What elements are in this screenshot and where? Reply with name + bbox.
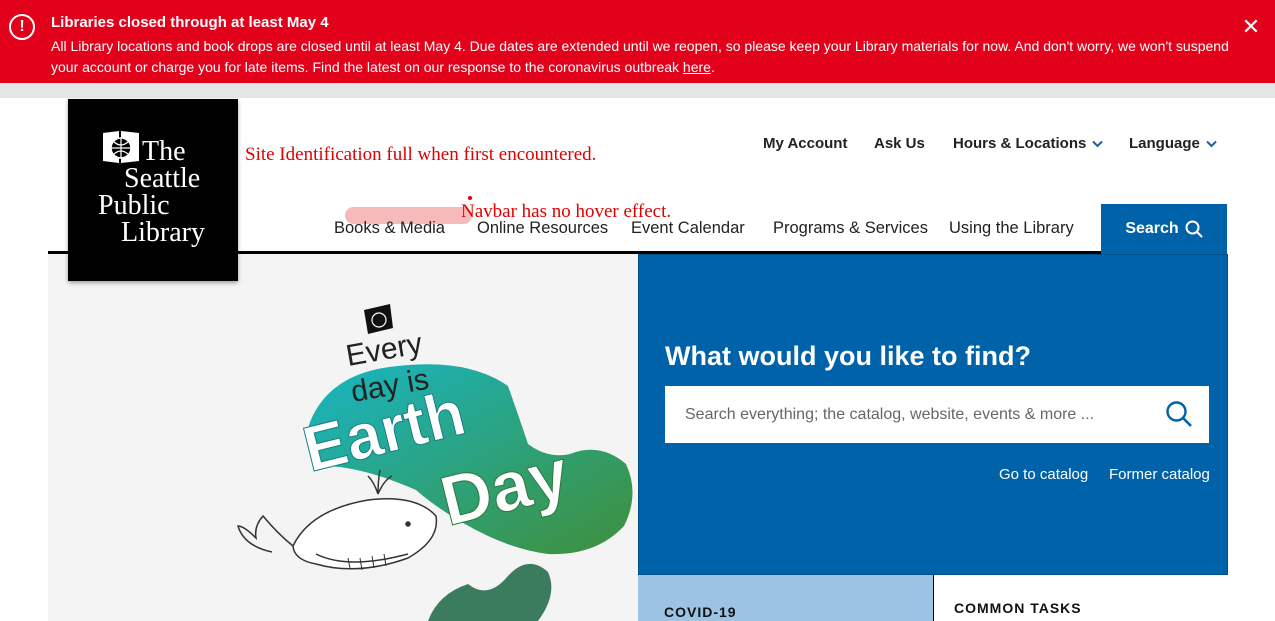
former-catalog-link[interactable]: Former catalog: [1109, 466, 1210, 483]
logo-word-library: Library: [121, 217, 205, 248]
library-globe-icon: [103, 131, 139, 163]
common-tasks-section: COMMON TASKS: [933, 575, 1228, 621]
chevron-down-icon: [1206, 137, 1217, 151]
nav-programs-services[interactable]: Programs & Services: [773, 219, 928, 238]
small-library-logo-icon: [364, 304, 393, 334]
nav-language[interactable]: Language: [1129, 135, 1217, 152]
nav-event-calendar[interactable]: Event Calendar: [631, 219, 745, 238]
search-icon: [1185, 220, 1203, 238]
nav-my-account-label: My Account: [763, 135, 848, 152]
alert-banner: ! Libraries closed through at least May …: [0, 0, 1275, 83]
close-icon[interactable]: ✕: [1240, 16, 1262, 38]
find-heading: What would you like to find?: [665, 341, 1031, 371]
covid-heading: COVID-19: [664, 604, 737, 620]
covid-section[interactable]: COVID-19: [638, 575, 933, 621]
nav-using-library[interactable]: Using the Library: [949, 219, 1074, 238]
catalog-search-panel: What would you like to find? Go to catal…: [638, 254, 1228, 575]
nav-my-account[interactable]: My Account: [763, 135, 847, 152]
go-to-catalog-link[interactable]: Go to catalog: [999, 466, 1088, 483]
alert-here-link[interactable]: here: [683, 59, 711, 75]
search-icon[interactable]: [1165, 400, 1193, 428]
nav-online-resources[interactable]: Online Resources: [477, 219, 608, 238]
search-tab-button[interactable]: Search: [1101, 204, 1227, 254]
search-input[interactable]: [665, 386, 1145, 443]
annotation-dot: [468, 196, 472, 200]
search-box: [665, 386, 1209, 443]
search-tab-label: Search: [1125, 220, 1179, 237]
common-tasks-heading: COMMON TASKS: [954, 600, 1082, 616]
logo-word-the: The: [142, 136, 186, 167]
logo-word-public: Public: [98, 190, 170, 221]
nav-hours-locations[interactable]: Hours & Locations: [953, 135, 1104, 152]
annotation-site-identification: Site Identification full when first enco…: [245, 144, 597, 165]
nav-language-label: Language: [1129, 135, 1200, 152]
alert-body-text: All Library locations and book drops are…: [51, 38, 1229, 75]
earth-day-illustration: Every day is Earth Day: [236, 304, 633, 621]
alert-body: All Library locations and book drops are…: [51, 36, 1231, 78]
site-logo[interactable]: The Seattle Public Library: [68, 99, 238, 281]
chevron-down-icon: [1092, 137, 1104, 151]
header-divider-strip: [0, 83, 1275, 98]
alert-period: .: [710, 59, 715, 75]
exclamation-icon: !: [9, 14, 35, 40]
logo-word-seattle: Seattle: [124, 163, 201, 194]
earth-day-promo[interactable]: Every day is Earth Day: [48, 254, 638, 621]
nav-books-media[interactable]: Books & Media: [334, 219, 445, 238]
alert-title: Libraries closed through at least May 4: [51, 14, 329, 31]
nav-ask-us[interactable]: Ask Us: [874, 135, 925, 152]
nav-ask-us-label: Ask Us: [874, 135, 925, 152]
nav-hours-label: Hours & Locations: [953, 135, 1087, 152]
